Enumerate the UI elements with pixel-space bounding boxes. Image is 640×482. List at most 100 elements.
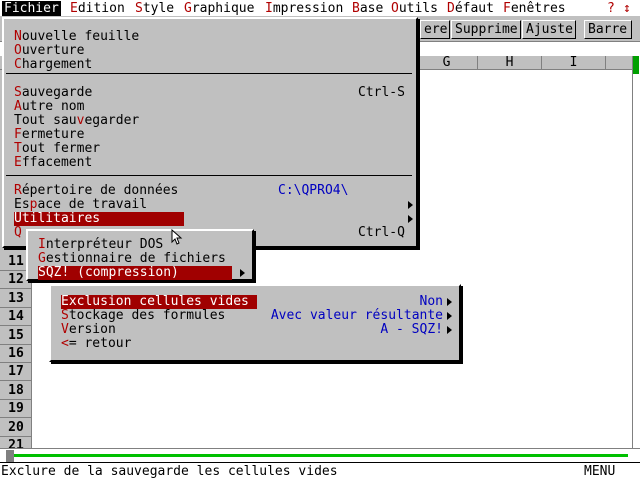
menu-item-hotkey: Q (14, 225, 22, 240)
menu-item-text: uverture (21, 43, 85, 58)
speedbar-button[interactable]: ere (420, 20, 450, 39)
menu-item-hotkey: C (14, 57, 22, 72)
row-header[interactable]: 15 (0, 327, 32, 345)
submenu-arrow-icon (447, 312, 452, 320)
menu-item-text: out fermer (21, 141, 101, 156)
menu-item-label: Gestionnaire de fichiers (38, 251, 226, 266)
menu-item-text: ffacement (21, 155, 93, 170)
row-header[interactable]: 13 (0, 290, 32, 308)
menu-item-label: Q (14, 225, 22, 240)
column-header[interactable]: G (416, 56, 478, 70)
menubar-label: mpression (272, 1, 344, 16)
menu-separator (6, 73, 412, 74)
menubar-hotkey: F (503, 1, 511, 16)
menu-item[interactable]: Nouvelle feuille (14, 30, 184, 44)
menu-item[interactable]: Tout fermer (14, 142, 184, 156)
horizontal-scroll-track[interactable] (14, 454, 628, 457)
menu-item-label: Chargement (14, 57, 92, 72)
row-header[interactable]: 16 (0, 345, 32, 363)
menubar-item[interactable]: Outils (391, 1, 438, 16)
menu-item[interactable]: Chargement (14, 58, 184, 72)
menubar-item[interactable]: ↕ (623, 1, 631, 16)
menu-item-label: SQZ! (compression) (38, 265, 179, 280)
menu-item-text: ace de travail (37, 197, 148, 212)
utilitaires-submenu: Interpréteur DOS Gestionnaire de fichiers… (26, 229, 254, 281)
submenu-arrow-icon (408, 215, 413, 223)
menubar-item[interactable]: Fichier (2, 1, 61, 16)
menubar-item[interactable]: ? (607, 1, 615, 16)
menu-item-value: C:\QPRO4\ (278, 183, 349, 198)
menu-item[interactable]: SQZ! (compression) (38, 266, 232, 280)
menu-item[interactable]: Autre nom (14, 100, 184, 114)
horizontal-scroll-thumb[interactable] (6, 450, 14, 462)
menu-item-text: xclusion cellules vides (68, 294, 249, 309)
vertical-scroll-thumb[interactable] (633, 56, 639, 74)
menubar-hotkey: O (391, 1, 399, 16)
menu-separator (6, 175, 412, 176)
status-bar: Exclure de la sauvegarde les cellules vi… (0, 462, 640, 482)
menu-item-text: ersion (68, 322, 116, 337)
menu-item[interactable]: Fermeture (14, 128, 184, 142)
vertical-scrollbar[interactable] (632, 56, 640, 448)
menubar-label: éfaut (454, 1, 494, 16)
row-header[interactable]: 20 (0, 419, 32, 437)
menu-item[interactable]: Exclusion cellules vides (61, 295, 257, 309)
menu-item-hotkey: U (14, 211, 22, 226)
speedbar-button[interactable]: Barre (584, 20, 632, 39)
menu-item-hotkey: E (61, 294, 69, 309)
menu-item-hotkey: S (38, 265, 46, 280)
menu-item-text: ermeture (21, 127, 85, 142)
menubar-item[interactable]: Base (352, 1, 383, 16)
menu-item[interactable]: Stockage des formules (61, 309, 257, 323)
menu-item[interactable]: Ouverture (14, 44, 184, 58)
menu-item[interactable]: Tout sauvegarder (14, 114, 184, 128)
menu-item-label: Effacement (14, 155, 92, 170)
menu-item-text: auvegarde (21, 85, 93, 100)
row-header[interactable]: 14 (0, 308, 32, 327)
menu-item[interactable]: Utilitaires (14, 212, 184, 226)
menu-item[interactable]: Espace de travail (14, 198, 184, 212)
speedbar-button[interactable]: Supprime (451, 20, 521, 39)
menu-item-hotkey: S (61, 308, 69, 323)
menu-item-label: Interpréteur DOS (38, 237, 163, 252)
menu-item[interactable]: Version (61, 323, 257, 337)
menubar-item[interactable]: Edition (70, 1, 125, 16)
menu-item[interactable]: Effacement (14, 156, 184, 170)
menubar-item[interactable]: Impression (265, 1, 343, 16)
row-header[interactable]: 19 (0, 400, 32, 419)
speedbar-button[interactable]: Ajuste (522, 20, 576, 39)
fichier-menu: Nouvelle feuille Ouverture Chargement Sauve… (2, 17, 418, 248)
menu-item[interactable]: Gestionnaire de fichiers (38, 252, 232, 266)
menu-item-text: QZ! (compression) (45, 265, 179, 280)
menu-item-label: Espace de travail (14, 197, 147, 212)
menu-item-hotkey: I (38, 237, 46, 252)
menu-item-hotkey: V (61, 322, 69, 337)
menu-item-text: ouvelle feuille (21, 29, 140, 44)
menubar-item[interactable]: Défaut (447, 1, 494, 16)
menu-item[interactable]: Interpréteur DOS (38, 238, 232, 252)
row-header[interactable]: 17 (0, 363, 32, 382)
column-header[interactable]: I (542, 56, 606, 70)
menubar-item[interactable]: Graphique (184, 1, 254, 16)
menu-item-hotkey: N (14, 29, 22, 44)
submenu-arrow-icon (447, 326, 452, 334)
menubar-item[interactable]: Style (135, 1, 174, 16)
menu-item-hotkey: R (14, 183, 22, 198)
menu-item-text: egarder (84, 113, 140, 128)
menu-item[interactable]: Sauvegarde (14, 86, 184, 100)
mouse-pointer-icon (171, 229, 183, 245)
menubar-label: utils (398, 1, 438, 16)
column-header[interactable]: H (478, 56, 542, 70)
menu-item-value: Avec valeur résultante (270, 308, 443, 323)
menu-item[interactable]: Répertoire de données (14, 184, 184, 198)
row-header[interactable]: 18 (0, 382, 32, 400)
menu-item[interactable]: <= retour (61, 337, 257, 351)
menu-item-hotkey: O (14, 43, 22, 58)
menubar-hotkey: S (135, 1, 143, 16)
menu-item-shortcut: Ctrl-Q (358, 225, 405, 240)
menubar-hotkey: I (265, 1, 273, 16)
menu-item-value: Non (419, 294, 443, 309)
menu-item-hotkey: E (14, 155, 22, 170)
menu-item-text: nterpréteur DOS (45, 237, 164, 252)
menubar-item[interactable]: Fenêtres (503, 1, 566, 16)
